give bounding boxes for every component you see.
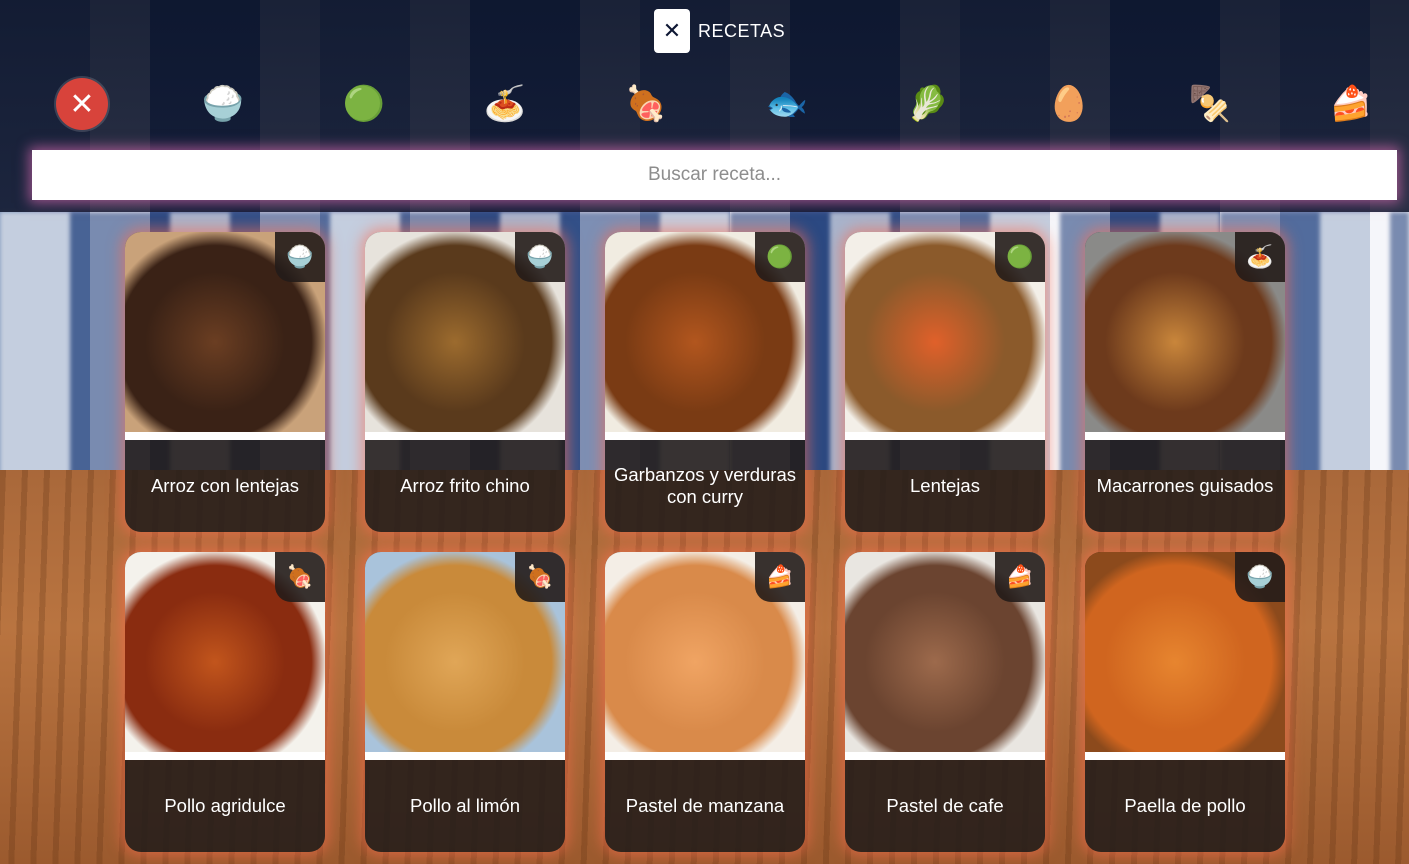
card-divider	[125, 752, 325, 760]
category-tapas-icon[interactable]: 🍢	[1184, 78, 1236, 130]
recipe-photo: 🍰	[845, 552, 1045, 752]
recipe-card[interactable]: 🍰 Pastel de cafe	[845, 552, 1045, 852]
card-divider	[1085, 752, 1285, 760]
recipe-photo: 🍰	[605, 552, 805, 752]
header-bar: ✕ RECETAS ✕ 🍚 🟢 🍝 🍖 🐟 🥬 🥚 🍢 🍰	[0, 0, 1409, 212]
app-brand[interactable]: ✕ RECETAS	[654, 8, 785, 54]
recipe-title: Paella de pollo	[1124, 795, 1246, 816]
recipe-photo: 🍖	[125, 552, 325, 752]
category-eggs-icon[interactable]: 🥚	[1043, 78, 1095, 130]
search-box	[32, 150, 1397, 200]
recipe-category-icon: 🍚	[1235, 552, 1285, 602]
card-divider	[365, 432, 565, 440]
recipe-title: Lentejas	[910, 475, 980, 496]
category-clear-filter-icon[interactable]: ✕	[56, 78, 108, 130]
category-filter-bar: ✕ 🍚 🟢 🍝 🍖 🐟 🥬 🥚 🍢 🍰	[56, 78, 1376, 134]
recipe-card[interactable]: 🍰 Pastel de manzana	[605, 552, 805, 852]
recipe-category-icon: 🟢	[755, 232, 805, 282]
category-rice-icon[interactable]: 🍚	[197, 78, 249, 130]
recipe-card[interactable]: 🍖 Pollo al limón	[365, 552, 565, 852]
recipe-photo: 🍝	[1085, 232, 1285, 432]
recipe-card[interactable]: 🟢 Lentejas	[845, 232, 1045, 532]
recipe-card[interactable]: 🍝 Macarrones guisados	[1085, 232, 1285, 532]
recipe-category-icon: 🍚	[275, 232, 325, 282]
recipe-title: Macarrones guisados	[1096, 475, 1274, 496]
recipe-title: Arroz con lentejas	[150, 475, 300, 496]
recipe-grid: 🍚 Arroz con lentejas 🍚 Arroz frito chino 🟢 Ga…	[125, 232, 1285, 852]
recipe-title: Pastel de cafe	[886, 795, 1004, 816]
recipe-photo: 🍚	[125, 232, 325, 432]
recipe-card[interactable]: 🟢 Garbanzos y verduras con curry	[605, 232, 805, 532]
category-fish-icon[interactable]: 🐟	[761, 78, 813, 130]
recipe-card[interactable]: 🍖 Pollo agridulce	[125, 552, 325, 852]
recipe-photo: 🟢	[845, 232, 1045, 432]
card-divider	[845, 752, 1045, 760]
utensils-logo-icon: ✕	[654, 9, 690, 53]
recipe-photo: 🍖	[365, 552, 565, 752]
recipe-title: Arroz frito chino	[400, 475, 530, 496]
recipe-photo: 🍚	[1085, 552, 1285, 752]
recipe-category-icon: 🍚	[515, 232, 565, 282]
recipe-photo: 🍚	[365, 232, 565, 432]
recipe-category-icon: 🟢	[995, 232, 1045, 282]
category-pasta-icon[interactable]: 🍝	[479, 78, 531, 130]
recipe-card[interactable]: 🍚 Arroz frito chino	[365, 232, 565, 532]
recipe-category-icon: 🍖	[275, 552, 325, 602]
category-dessert-icon[interactable]: 🍰	[1325, 78, 1377, 130]
card-divider	[365, 752, 565, 760]
recipe-title: Pollo agridulce	[164, 795, 286, 816]
recipe-category-icon: 🍰	[995, 552, 1045, 602]
card-divider	[125, 432, 325, 440]
recipe-category-icon: 🍝	[1235, 232, 1285, 282]
recipe-title: Garbanzos y verduras con curry	[613, 464, 796, 507]
category-meat-icon[interactable]: 🍖	[620, 78, 672, 130]
recipe-card[interactable]: 🍚 Paella de pollo	[1085, 552, 1285, 852]
recipe-category-icon: 🍖	[515, 552, 565, 602]
card-divider	[605, 432, 805, 440]
recipe-card[interactable]: 🍚 Arroz con lentejas	[125, 232, 325, 532]
card-divider	[1085, 432, 1285, 440]
recipe-photo: 🟢	[605, 232, 805, 432]
recipe-category-icon: 🍰	[755, 552, 805, 602]
recipe-title: Pollo al limón	[409, 795, 521, 816]
card-divider	[845, 432, 1045, 440]
app-title: RECETAS	[698, 20, 786, 41]
recipe-title: Pastel de manzana	[625, 795, 785, 816]
card-divider	[605, 752, 805, 760]
category-vegetables-icon[interactable]: 🥬	[902, 78, 954, 130]
category-legumes-icon[interactable]: 🟢	[338, 78, 390, 130]
search-input[interactable]	[32, 150, 1397, 200]
